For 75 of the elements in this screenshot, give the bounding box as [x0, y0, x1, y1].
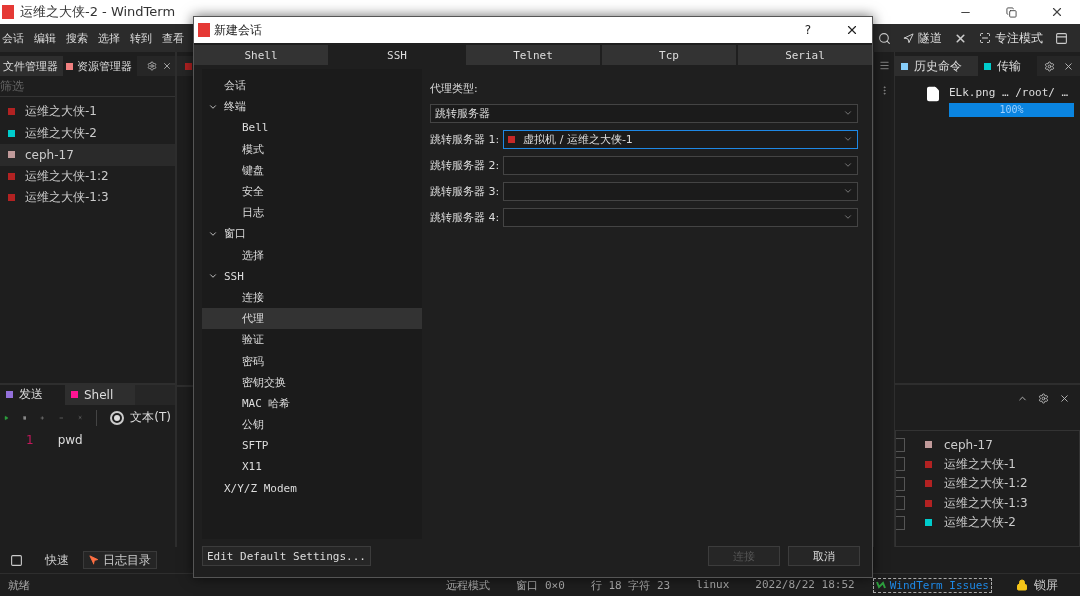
panel-tab[interactable]: Shell [65, 385, 136, 405]
status-item: 远程模式 [446, 577, 491, 593]
tree-item[interactable]: 终端 [202, 96, 422, 118]
field-label: 代理类型: [430, 81, 479, 96]
session-name: 运维之大侠-1 [944, 455, 1016, 473]
status-item: linux [696, 577, 730, 593]
tree-item[interactable]: 代理 [202, 308, 422, 330]
tree-item[interactable]: X11 [202, 456, 422, 478]
status-item: 2022/8/22 18:52 [755, 577, 855, 593]
edit-defaults-button[interactable]: Edit Default Settings... [202, 546, 371, 566]
jump-server-select[interactable]: 虚拟机 / 运维之大侠-1 [503, 129, 858, 149]
tree-item[interactable]: 会话 [202, 75, 422, 97]
tree-item[interactable]: 安全 [202, 180, 422, 203]
field-label: 跳转服务器 4: [430, 209, 500, 225]
quick-label: 快速 [45, 551, 69, 569]
tree-item[interactable]: X/Y/Z Modem [202, 477, 422, 499]
focus-mode-button[interactable]: 专注模式 [979, 29, 1043, 47]
menu-item[interactable]: 选择 [98, 30, 120, 46]
field-label: 跳转服务器 1: [430, 131, 500, 147]
tree-item[interactable]: 连接 [202, 286, 422, 309]
tree-item[interactable]: 日志 [202, 202, 422, 224]
status-item: 窗口 0×0 [516, 577, 565, 593]
menu-item[interactable]: 搜索 [66, 30, 88, 46]
dialog-tab[interactable]: Serial [738, 45, 872, 65]
command-text: pwd [57, 433, 83, 447]
issues-link[interactable]: WindTerm Issues [872, 577, 992, 593]
status-item: 行 18 字符 23 [590, 577, 671, 593]
proxy-type-select[interactable]: 跳转服务器 [430, 103, 858, 123]
session-name: ceph-17 [944, 437, 993, 452]
session-name: 运维之大侠-1:3 [944, 494, 1028, 512]
tunnel-button[interactable]: 隧道 [903, 29, 942, 47]
help-button[interactable]: ? [788, 23, 828, 37]
tree-item[interactable]: Bell [202, 117, 422, 139]
tree-item[interactable]: 选择 [202, 244, 422, 266]
text-mode-radio[interactable]: 文本(T) [110, 409, 171, 427]
tree-item[interactable]: 密码 [202, 350, 422, 372]
transfer-name: ELk.png … /root/ … [949, 86, 1070, 99]
dialog-tab[interactable]: Tcp [602, 45, 736, 65]
dialog-tab[interactable]: Telnet [466, 45, 600, 65]
menu-item[interactable]: 编辑 [34, 30, 56, 46]
log-folder-button[interactable]: 日志目录 [83, 551, 157, 569]
menu-item[interactable]: 查看 [162, 30, 184, 46]
session-item[interactable]: 运维之大侠-2 [0, 122, 175, 144]
session-item[interactable]: 运维之大侠-1:3 [0, 187, 175, 209]
tree-item[interactable]: 密钥交换 [202, 371, 422, 393]
session-name: 运维之大侠-1:2 [944, 475, 1028, 493]
status-text: 就绪 [8, 577, 30, 593]
panel-tab[interactable]: 资源管理器 [63, 56, 137, 76]
session-name: 运维之大侠-2 [944, 514, 1016, 532]
tree-item[interactable]: 窗口 [202, 223, 422, 245]
menu-item[interactable]: 会话 [2, 30, 24, 46]
window-title: 运维之大侠-2 - WindTerm [20, 3, 177, 21]
field-label: 跳转服务器 2: [430, 157, 500, 173]
panel-tab[interactable]: 文件管理器 [0, 56, 63, 76]
dialog-tab[interactable]: Shell [194, 45, 328, 65]
tree-item[interactable]: SFTP [202, 435, 422, 457]
tree-item[interactable]: 键盘 [202, 159, 422, 181]
tree-item[interactable]: MAC 哈希 [202, 392, 422, 414]
tree-item[interactable]: SSH [202, 265, 422, 287]
dialog-title: 新建会话 [214, 21, 263, 39]
tree-item[interactable]: 模式 [202, 138, 422, 160]
panel-tab[interactable]: 历史命令 [895, 56, 978, 76]
session-item[interactable]: 运维之大侠-1 [0, 101, 175, 123]
session-item[interactable]: 运维之大侠-1:2 [0, 165, 175, 187]
dialog-button[interactable]: 取消 [788, 546, 860, 566]
lock-screen-button[interactable]: 锁屏 [1016, 576, 1058, 594]
panel-tab[interactable]: 发送 [0, 385, 65, 405]
tree-item[interactable]: 验证 [202, 329, 422, 351]
progress-bar: 100% [949, 103, 1074, 117]
session-item[interactable]: ceph-17 [0, 144, 175, 166]
menu-item[interactable]: 转到 [130, 30, 152, 46]
panel-tab[interactable]: 传输 [978, 56, 1037, 76]
tree-item[interactable]: 公钥 [202, 414, 422, 436]
field-label: 跳转服务器 3: [430, 183, 500, 199]
line-number: 1 [26, 433, 34, 447]
